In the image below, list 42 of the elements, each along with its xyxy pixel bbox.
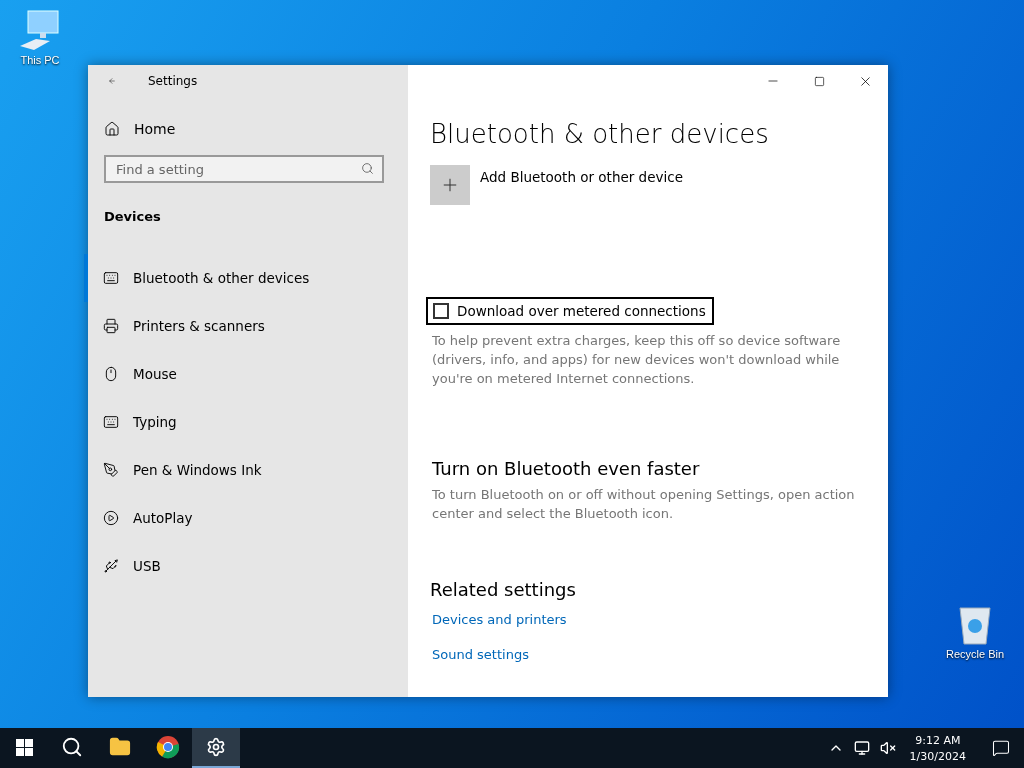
folder-icon <box>109 736 131 758</box>
metered-checkbox[interactable]: Download over metered connections <box>426 297 714 325</box>
home-link[interactable]: Home <box>104 121 408 137</box>
search-field[interactable]: Find a setting <box>104 155 384 183</box>
nav-item[interactable]: AutoPlay <box>84 494 408 542</box>
desktop-icon-label: This PC <box>20 54 60 66</box>
maximize-icon <box>813 75 825 87</box>
nav-item[interactable]: USB <box>84 542 408 590</box>
monitor-icon <box>853 740 870 756</box>
section-heading: Devices <box>104 209 162 224</box>
add-device-label[interactable]: Add Bluetooth or other device <box>480 169 683 185</box>
autoplay-icon <box>103 510 119 526</box>
nav-item[interactable]: Pen & Windows Ink <box>84 446 408 494</box>
section-heading: Turn on Bluetooth even faster <box>432 458 701 479</box>
settings-link[interactable]: Sound settings <box>432 647 529 662</box>
window-title: Settings <box>148 74 198 88</box>
usb-icon <box>103 558 119 574</box>
search-icon <box>361 162 374 175</box>
keyboard-device-icon <box>103 270 119 286</box>
speaker-muted-icon <box>879 740 896 756</box>
search-icon <box>61 736 83 758</box>
nav-item[interactable]: Mouse <box>84 350 408 398</box>
mouse-icon <box>103 366 119 382</box>
clock[interactable]: 9:12 AM 1/30/2024 <box>903 733 972 763</box>
computer-icon <box>18 8 62 52</box>
nav-item[interactable]: Printers & scanners <box>84 302 408 350</box>
keyboard-icon <box>103 414 119 430</box>
page-title: Bluetooth & other devices <box>430 119 770 149</box>
faster-description: To turn Bluetooth on or off without opening Settings, open action center and select the Bluetooth icon. <box>432 486 856 523</box>
metered-description: To help prevent extra charges, keep this off so device software (drivers, info, and apps) for new devices won't download while you're on metered Internet connections. <box>432 332 842 388</box>
windows-logo-icon <box>15 738 33 756</box>
settings-link[interactable]: Devices and printers <box>432 612 567 627</box>
speech-bubble-icon <box>992 739 1010 757</box>
desktop-icon-label: Recycle Bin <box>945 648 1005 660</box>
browser-icon <box>156 735 180 759</box>
printer-icon <box>103 318 119 334</box>
pen-icon <box>103 462 119 478</box>
taskbar-app-button[interactable] <box>192 728 240 768</box>
settings-icon <box>206 737 226 757</box>
section-heading: Related settings <box>430 579 577 600</box>
nav-item[interactable]: Typing <box>84 398 408 446</box>
home-icon <box>104 121 120 137</box>
